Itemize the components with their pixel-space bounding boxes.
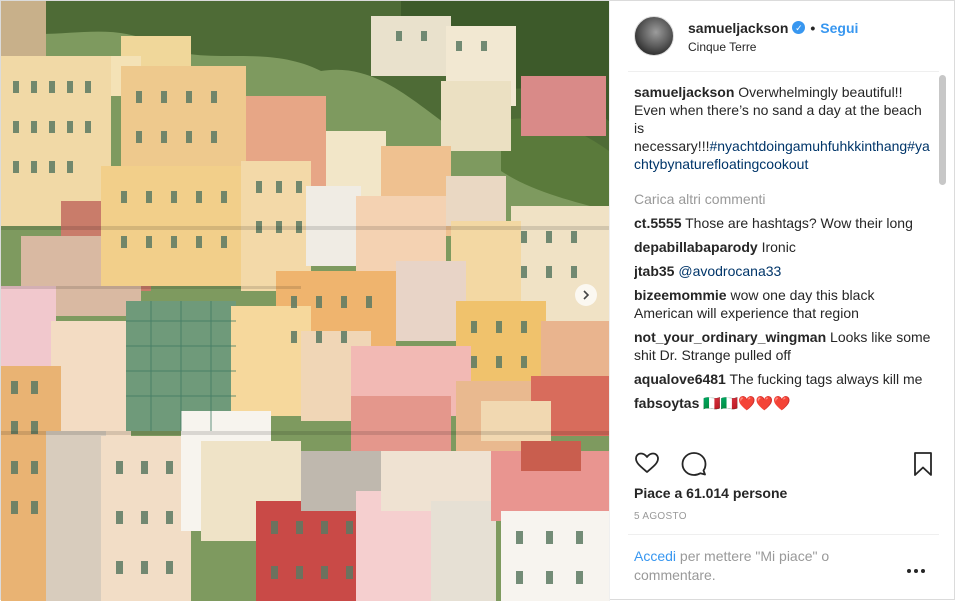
comment-item: depabillabaparody Ironic: [634, 238, 934, 256]
post-date: 5 AGOSTO: [634, 511, 687, 522]
header-divider: [628, 71, 939, 72]
bottom-divider: [628, 534, 939, 535]
caption-username[interactable]: samueljackson: [634, 84, 734, 100]
scrollbar-thumb[interactable]: [939, 75, 946, 185]
bookmark-icon[interactable]: [913, 451, 933, 477]
load-more-comments-button[interactable]: Carica altri commenti: [634, 190, 934, 208]
next-photo-button[interactable]: [575, 284, 597, 306]
verified-badge-icon: ✓: [792, 21, 806, 34]
post-header: samueljackson ✓ • Segui Cinque Terre: [610, 1, 955, 71]
comment-item: bizeemommie wow one day this black Ameri…: [634, 286, 934, 322]
author-username[interactable]: samueljackson: [688, 19, 788, 37]
post-caption: samueljackson Overwhelmingly beautiful!!…: [634, 83, 934, 173]
header-text: samueljackson ✓ • Segui Cinque Terre: [688, 19, 858, 54]
follow-button[interactable]: Segui: [820, 19, 858, 37]
comment-username[interactable]: fabsoytas: [634, 395, 699, 411]
comment-item: aqualove6481 The fucking tags always kil…: [634, 370, 934, 388]
more-options-icon[interactable]: [904, 563, 928, 579]
separator-dot: •: [810, 19, 816, 36]
user-row: samueljackson ✓ • Segui: [688, 19, 858, 37]
comment-username[interactable]: aqualove6481: [634, 371, 726, 387]
comment-username[interactable]: depabillabaparody: [634, 239, 758, 255]
comment-mention[interactable]: @avodrocana33: [678, 263, 781, 279]
post-photo[interactable]: [1, 1, 609, 601]
login-link[interactable]: Accedi: [634, 548, 676, 564]
comment-text: The fucking tags always kill me: [725, 371, 923, 387]
comment-text: Ironic: [757, 239, 796, 255]
action-bar: [628, 447, 939, 482]
comment-item: not_your_ordinary_wingman Looks like som…: [634, 328, 934, 364]
comment-item: fabsoytas 🇮🇹🇮🇹❤️❤️❤️: [634, 394, 934, 412]
heart-icon[interactable]: [634, 451, 660, 475]
post-side-panel: samueljackson ✓ • Segui Cinque Terre sam…: [609, 1, 955, 601]
comment-username[interactable]: not_your_ordinary_wingman: [634, 329, 826, 345]
login-prompt: Accedi per mettere "Mi piace" o commenta…: [634, 547, 884, 585]
post-location[interactable]: Cinque Terre: [688, 40, 858, 54]
likes-count[interactable]: Piace a 61.014 persone: [634, 485, 787, 501]
cinque-terre-photo: [1, 1, 609, 601]
comment-text: 🇮🇹🇮🇹❤️❤️❤️: [699, 395, 791, 411]
comment-username[interactable]: bizeemommie: [634, 287, 727, 303]
avatar[interactable]: [634, 16, 674, 56]
comment-text: Those are hashtags? Wow their long: [681, 215, 913, 231]
comment-bubble-icon[interactable]: [681, 451, 707, 477]
comments-list[interactable]: samueljackson Overwhelmingly beautiful!!…: [634, 83, 934, 441]
comments-scrollbar[interactable]: [936, 73, 948, 441]
comment-username[interactable]: ct.5555: [634, 215, 681, 231]
comment-item: jtab35 @avodrocana33: [634, 262, 934, 280]
post-window: samueljackson ✓ • Segui Cinque Terre sam…: [0, 0, 955, 601]
comment-item: ct.5555 Those are hashtags? Wow their lo…: [634, 214, 934, 232]
comment-username[interactable]: jtab35: [634, 263, 674, 279]
chevron-right-icon: [583, 290, 590, 300]
